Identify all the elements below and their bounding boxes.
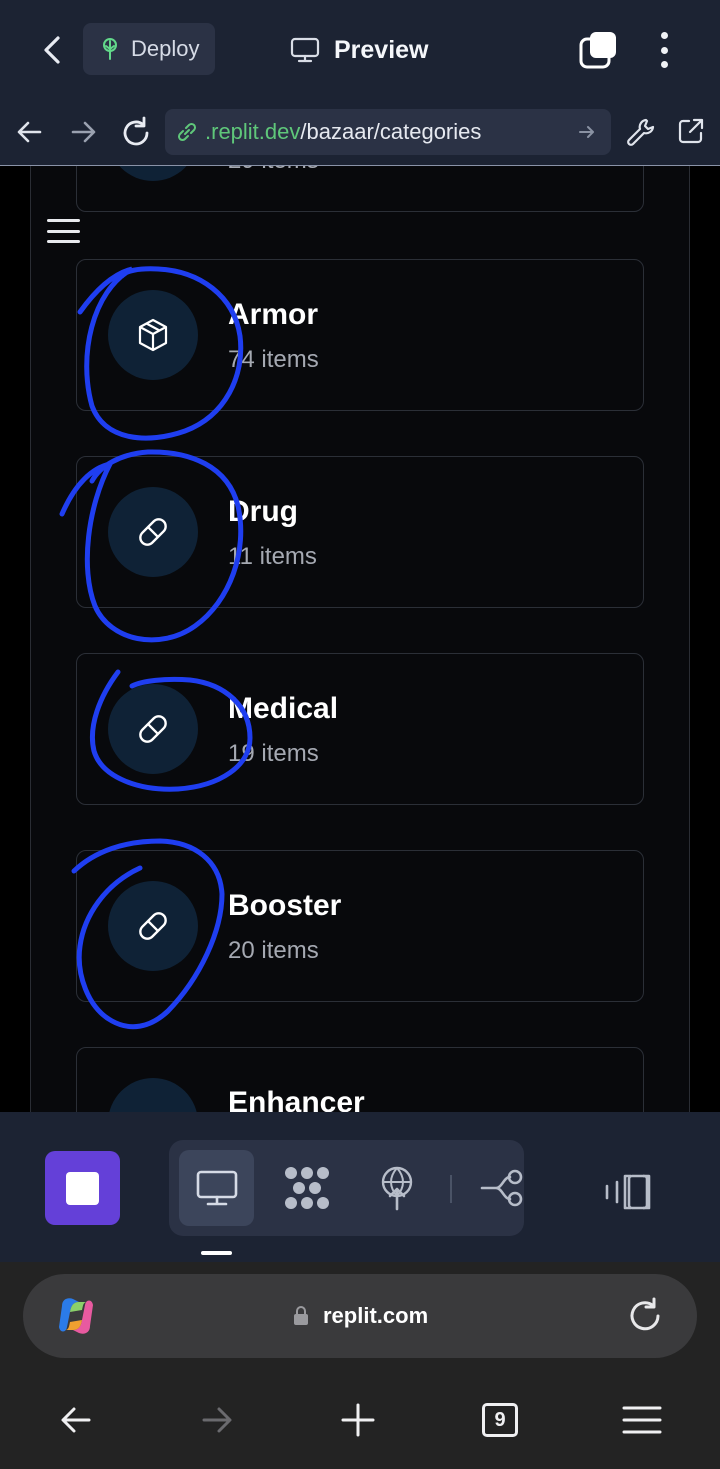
category-name: Medical [228,692,339,725]
category-count: 29 items [228,166,319,175]
tool-switcher [169,1140,524,1236]
tab-count-button[interactable]: 9 [470,1396,530,1444]
browser-chrome: replit.com 9 [0,1262,720,1469]
browser-address-text: replit.com [323,1303,429,1328]
git-branch-icon [480,1169,522,1207]
category-count: 19 items [228,740,319,767]
box-icon [138,318,168,352]
deploy-button[interactable]: Deploy [83,23,215,75]
category-name: Armor [228,298,319,331]
browser-address: replit.com [293,1294,428,1338]
preview-title-text: Preview [334,35,429,64]
url-path: /bazaar/categories [300,119,482,144]
menu-line-icon [47,219,80,222]
category-count: 20 items [228,937,319,964]
category-card-medical[interactable]: Medical 19 items [76,653,644,805]
category-name: Enhancer [228,1086,365,1112]
stop-button[interactable] [45,1151,120,1225]
chevron-left-icon [44,36,60,64]
plus-icon [341,1403,375,1437]
category-count: 74 items [228,346,319,373]
preview-title: Preview [290,28,429,72]
webview-url-field[interactable]: .replit.dev/bazaar/categories [165,109,611,155]
webview-reload-button[interactable] [118,115,154,156]
browser-address-bar[interactable]: replit.com [23,1274,697,1358]
replit-toolbar [0,1112,720,1262]
deploy-label: Deploy [131,36,200,61]
menu-icon [622,1406,662,1434]
go-arrow-icon[interactable] [577,122,597,142]
copilot-icon [59,1298,93,1334]
webview-content: 29 items Armor 74 items Drug 11 items Me… [0,166,720,1112]
lock-icon [294,1306,308,1325]
monitor-icon [290,37,320,63]
dots-grid-icon [284,1167,329,1209]
menu-line-icon [47,240,80,243]
tool-console-button[interactable] [269,1150,344,1226]
category-icon-circle [108,487,198,577]
link-icon [177,122,197,142]
wrench-icon [627,118,655,146]
more-dot-icon [660,46,668,54]
tool-git-button[interactable] [465,1150,540,1226]
url-domain: .replit.dev [205,119,301,144]
menu-button[interactable] [47,219,80,243]
pill-icon [139,715,167,743]
category-icon-circle [108,166,198,181]
category-card-enhancer[interactable]: Enhancer [76,1047,644,1112]
browser-back-button[interactable] [46,1396,106,1444]
replit-header: Deploy Preview [0,0,720,100]
tool-deploy-button[interactable] [359,1150,434,1226]
category-count: 11 items [228,543,317,570]
deploy-tree-icon [103,38,117,60]
arrow-right-icon [71,121,96,143]
category-icon-circle [108,684,198,774]
category-card-booster[interactable]: Booster 20 items [76,850,644,1002]
category-icon-circle [108,1078,198,1112]
more-dot-icon [660,61,668,68]
more-dot-icon [660,32,668,39]
arrow-left-icon [61,1407,91,1433]
webview-url-row: .replit.dev/bazaar/categories [0,100,720,166]
panel-split-icon [605,1174,651,1210]
webview-forward-button[interactable] [67,117,99,152]
back-button[interactable] [30,26,74,74]
category-name: Booster [228,889,342,922]
reload-icon [630,1297,660,1331]
split-view-button[interactable] [605,1172,655,1212]
pill-icon [139,518,167,546]
arrow-left-icon [17,121,42,143]
category-name: Drug [228,495,298,528]
tool-separator [450,1175,452,1203]
browser-forward-button[interactable] [187,1396,247,1444]
category-card[interactable]: 29 items [76,166,644,212]
category-card-armor[interactable]: Armor 74 items [76,259,644,411]
category-icon-circle [108,881,198,971]
reload-icon [123,116,149,146]
overlapping-squares-icon [579,32,616,69]
pill-icon [139,912,167,940]
open-external-button[interactable] [676,116,706,151]
stop-square-icon [66,1171,99,1205]
copilot-button[interactable] [53,1293,99,1339]
active-tab-indicator [201,1251,232,1255]
webview-back-button[interactable] [14,117,46,152]
arrow-right-icon [202,1407,232,1433]
tool-preview-button[interactable] [179,1150,254,1226]
tabs-switch-button[interactable] [578,30,618,70]
browser-menu-button[interactable] [612,1396,672,1444]
more-options-button[interactable] [650,30,678,70]
tab-count-box: 9 [482,1403,518,1437]
category-card-drug[interactable]: Drug 11 items [76,456,644,608]
menu-line-icon [47,229,80,233]
globe-upload-icon [381,1166,412,1211]
new-tab-button[interactable] [328,1396,388,1444]
category-icon-circle [108,290,198,380]
monitor-icon [196,1170,237,1206]
syringe-icon [135,1105,171,1112]
external-link-icon [678,118,704,144]
browser-reload-button[interactable] [625,1296,665,1336]
devtools-button[interactable] [625,116,657,153]
